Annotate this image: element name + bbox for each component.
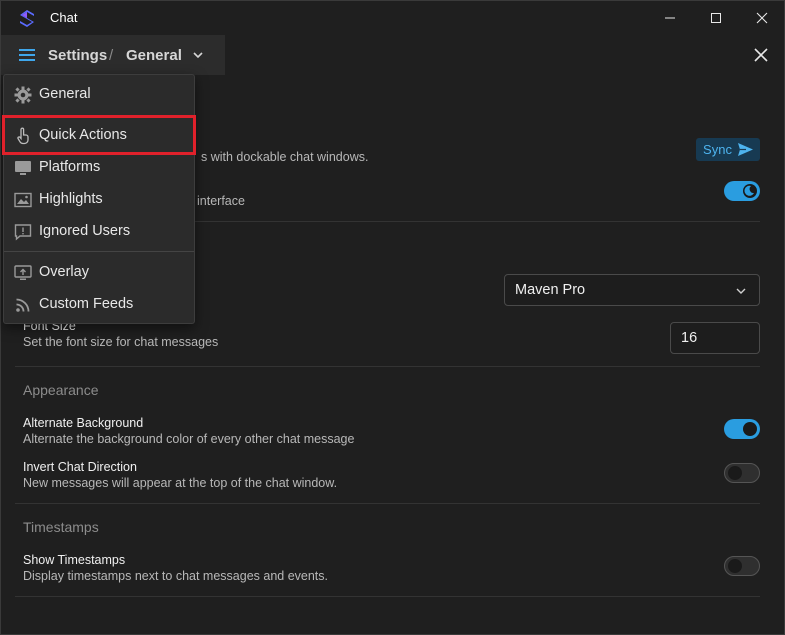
menu-item-general[interactable]: General — [4, 79, 194, 111]
menu-item-label: Highlights — [39, 191, 103, 207]
moon-icon — [744, 185, 754, 196]
breadcrumb-settings[interactable]: Settings — [48, 47, 107, 64]
alternate-background-toggle[interactable] — [724, 419, 760, 439]
menu-item-label: Overlay — [39, 264, 89, 280]
breadcrumb-current[interactable]: General — [126, 47, 182, 64]
app-window: Chat Settings / General s with dockable … — [0, 0, 785, 635]
row-description: s with dockable chat windows. — [201, 150, 369, 164]
send-icon — [737, 143, 753, 156]
gear-icon — [14, 86, 32, 104]
window-title: Chat — [50, 10, 78, 25]
monitor-icon — [15, 161, 31, 175]
alternate-background-title: Alternate Background — [23, 416, 144, 430]
title-bar: Chat — [1, 1, 784, 35]
font-size-input[interactable]: 16 — [670, 322, 760, 354]
sync-label: Sync — [703, 142, 732, 157]
section-title-timestamps: Timestamps — [23, 519, 99, 535]
toggle-knob — [743, 422, 757, 436]
breadcrumb[interactable]: Settings / General — [1, 35, 225, 75]
menu-item-label: Ignored Users — [39, 223, 131, 239]
section-title-appearance: Appearance — [23, 382, 99, 398]
menu-item-custom-feeds[interactable]: Custom Feeds — [4, 289, 194, 321]
invert-direction-description: New messages will appear at the top of t… — [23, 476, 338, 490]
divider — [15, 366, 760, 367]
alternate-background-description: Alternate the background color of every … — [23, 432, 355, 446]
show-timestamps-toggle[interactable] — [724, 556, 760, 576]
close-icon — [756, 12, 768, 24]
hamburger-menu-icon[interactable] — [19, 48, 37, 62]
maximize-icon — [711, 13, 721, 23]
menu-item-label: Platforms — [39, 159, 101, 175]
divider — [15, 503, 760, 504]
show-timestamps-title: Show Timestamps — [23, 553, 126, 567]
invert-direction-toggle[interactable] — [724, 463, 760, 483]
close-icon — [754, 48, 768, 62]
highlight-annotation — [2, 115, 196, 155]
settings-nav-dropdown: General Quick Actions Platforms Highligh… — [3, 74, 195, 324]
font-family-select[interactable]: Maven Pro — [504, 274, 760, 306]
app-logo-icon — [20, 10, 34, 27]
minimize-button[interactable] — [647, 1, 693, 35]
menu-item-highlights[interactable]: Highlights — [4, 184, 194, 216]
settings-header: Settings / General — [1, 35, 784, 75]
image-icon — [14, 192, 32, 208]
show-timestamps-description: Display timestamps next to chat messages… — [23, 569, 329, 583]
menu-item-label: Custom Feeds — [39, 296, 134, 312]
row-description: interface — [197, 194, 245, 208]
menu-item-platforms[interactable]: Platforms — [4, 152, 194, 184]
font-size-description: Set the font size for chat messages — [23, 335, 219, 349]
chat-alert-icon — [14, 224, 32, 241]
menu-item-label: General — [39, 86, 91, 102]
toggle-knob — [728, 466, 742, 480]
breadcrumb-separator: / — [109, 47, 114, 64]
invert-direction-title: Invert Chat Direction — [23, 460, 137, 474]
font-family-value: Maven Pro — [515, 282, 586, 298]
menu-separator — [4, 251, 194, 252]
rss-icon — [16, 298, 30, 312]
dark-mode-toggle[interactable] — [724, 181, 760, 201]
menu-item-ignored-users[interactable]: Ignored Users — [4, 216, 194, 248]
chevron-down-icon[interactable] — [192, 50, 204, 60]
divider — [15, 596, 760, 597]
screen-upload-icon — [14, 265, 32, 280]
window-close-button[interactable] — [739, 1, 785, 35]
settings-close-button[interactable] — [751, 45, 771, 65]
minimize-icon — [665, 17, 675, 19]
chevron-down-icon — [736, 288, 746, 294]
menu-item-overlay[interactable]: Overlay — [4, 257, 194, 289]
toggle-knob — [728, 559, 742, 573]
sync-button[interactable]: Sync — [696, 138, 760, 161]
maximize-button[interactable] — [693, 1, 739, 35]
